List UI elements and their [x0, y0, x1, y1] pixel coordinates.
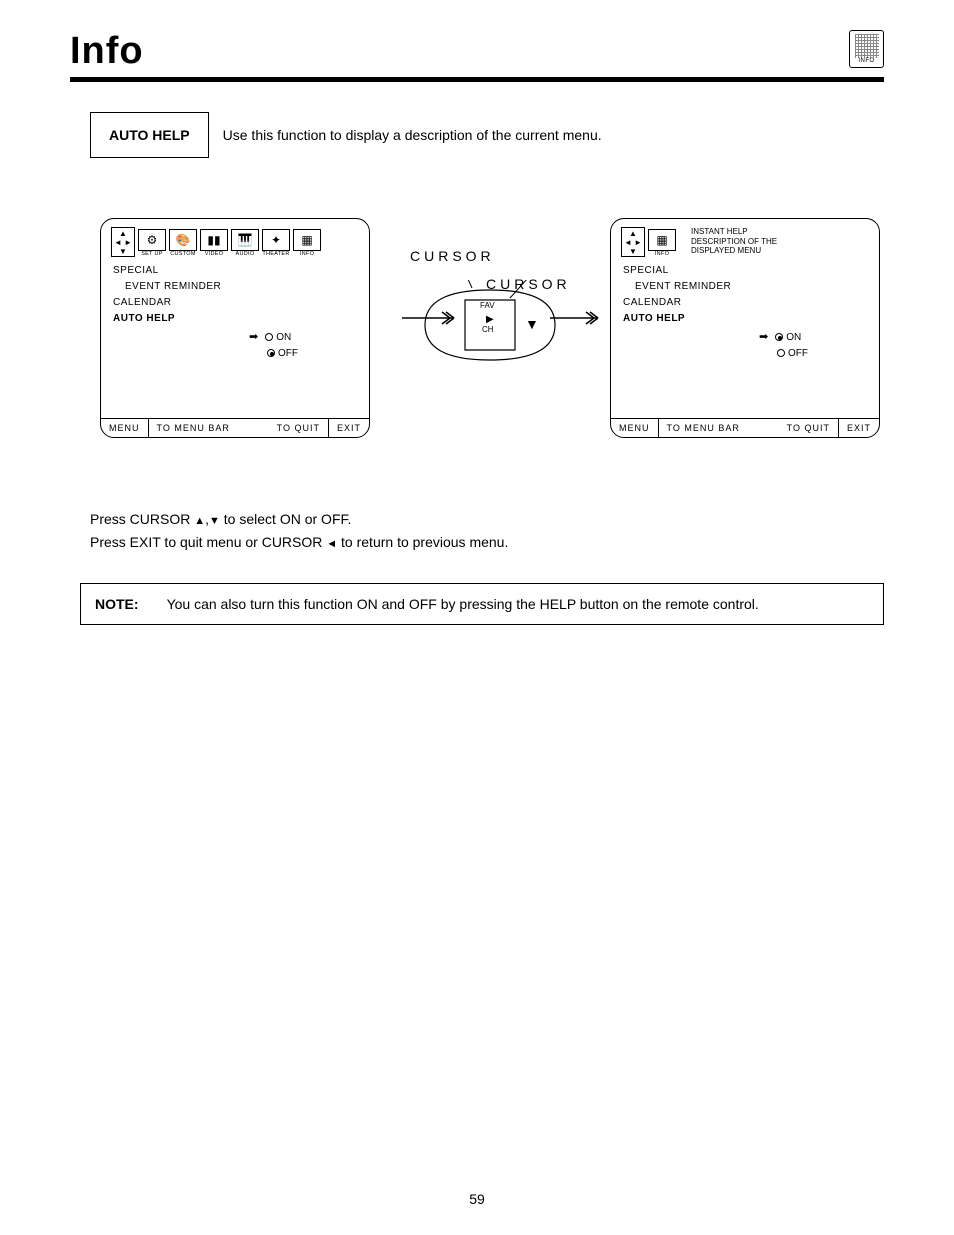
option-off: OFF — [788, 346, 808, 361]
menu-items-right: SPECIAL EVENT REMINDER CALENDAR AUTO HEL… — [623, 263, 869, 327]
theater-icon: ✦ — [262, 229, 290, 251]
radio-on-icon — [775, 333, 783, 341]
item-event-reminder: EVENT REMINDER — [635, 279, 869, 295]
custom-icon: 🎨 — [169, 229, 197, 251]
option-on: ON — [276, 330, 291, 345]
intro-row: AUTO HELP Use this function to display a… — [90, 112, 884, 158]
footer-to-quit: TO QUIT — [779, 419, 839, 437]
cursor-diagram: CURSOR CURSOR FAV ▶ CH ▼ — [380, 218, 600, 370]
radio-on-icon — [265, 333, 273, 341]
item-event-reminder: EVENT REMINDER — [125, 279, 359, 295]
tab-custom: 🎨 CUSTOM — [169, 229, 197, 257]
option-off: OFF — [278, 346, 298, 361]
footer-to-menu-bar: TO MENU BAR — [149, 419, 238, 437]
info-icon: ▦ — [648, 229, 676, 251]
nav-arrows-icon: ▲◄ ►▼ — [111, 227, 135, 257]
auto-help-box: AUTO HELP — [90, 112, 209, 158]
note-text: You can also turn this function ON and O… — [167, 596, 759, 612]
footer-menu: MENU — [611, 419, 659, 437]
instant-help-text: INSTANT HELP DESCRIPTION OF THE DISPLAYE… — [691, 227, 777, 256]
item-special: SPECIAL — [623, 263, 869, 279]
page-header: Info INFO — [70, 30, 884, 82]
menu-topbar: ▲◄ ►▼ ⚙ SET UP 🎨 CUSTOM ▮▮ VIDEO 🎹 AUDIO… — [111, 227, 359, 257]
item-auto-help: AUTO HELP — [113, 311, 359, 327]
item-special: SPECIAL — [113, 263, 359, 279]
play-icon: ▶ — [486, 314, 494, 325]
page-title: Info — [70, 30, 144, 73]
tab-info: ▦ INFO — [293, 229, 321, 257]
radio-off-icon — [267, 349, 275, 357]
note-label: NOTE: — [95, 596, 139, 612]
remote-shape: FAV ▶ CH ▼ — [410, 280, 570, 370]
tab-info-right: ▦ INFO — [648, 229, 676, 257]
footer-menu: MENU — [101, 419, 149, 437]
pointer-arrow-icon: ➡ — [249, 329, 258, 346]
left-triangle-icon: ◄ — [326, 538, 337, 550]
footer-to-quit: TO QUIT — [269, 419, 329, 437]
info-corner-label: INFO — [853, 58, 880, 64]
instructions: Press CURSOR ▲,▼ to select ON or OFF. Pr… — [90, 508, 884, 553]
info-icon: ▦ — [293, 229, 321, 251]
item-calendar: CALENDAR — [623, 295, 869, 311]
up-triangle-icon: ▲ — [194, 515, 205, 527]
menu-items: SPECIAL EVENT REMINDER CALENDAR AUTO HEL… — [113, 263, 359, 327]
tab-audio: 🎹 AUDIO — [231, 229, 259, 257]
instruction-line-1: Press CURSOR ▲,▼ to select ON or OFF. — [90, 508, 884, 531]
item-calendar: CALENDAR — [113, 295, 359, 311]
info-corner-icon: INFO — [849, 30, 884, 68]
setup-icon: ⚙ — [138, 229, 166, 251]
item-auto-help: AUTO HELP — [623, 311, 869, 327]
pointer-arrow-icon: ➡ — [759, 329, 768, 346]
diagram-row: ▲◄ ►▼ ⚙ SET UP 🎨 CUSTOM ▮▮ VIDEO 🎹 AUDIO… — [100, 218, 884, 438]
tab-video: ▮▮ VIDEO — [200, 229, 228, 257]
ch-label: CH — [482, 326, 494, 335]
options: ➡ ON OFF — [249, 329, 298, 361]
footer-exit: EXIT — [839, 419, 879, 437]
grid-icon — [855, 34, 879, 58]
down-triangle-icon: ▼ — [525, 316, 539, 332]
video-icon: ▮▮ — [200, 229, 228, 251]
radio-off-icon — [777, 349, 785, 357]
footer-to-menu-bar: TO MENU BAR — [659, 419, 748, 437]
intro-text: Use this function to display a descripti… — [223, 127, 602, 143]
note-box: NOTE: You can also turn this function ON… — [80, 583, 884, 625]
cursor-label-1: CURSOR — [410, 248, 495, 264]
menu-footer: MENU TO MENU BAR TO QUIT EXIT — [101, 418, 369, 437]
down-triangle-icon: ▼ — [209, 515, 220, 527]
menu-footer-right: MENU TO MENU BAR TO QUIT EXIT — [611, 418, 879, 437]
tab-setup: ⚙ SET UP — [138, 229, 166, 257]
option-on: ON — [786, 330, 801, 345]
options-right: ➡ ON OFF — [759, 329, 808, 361]
instruction-line-2: Press EXIT to quit menu or CURSOR ◄ to r… — [90, 531, 884, 554]
page-number: 59 — [0, 1191, 954, 1207]
nav-arrows-icon: ▲◄ ►▼ — [621, 227, 645, 257]
menu-screen-left: ▲◄ ►▼ ⚙ SET UP 🎨 CUSTOM ▮▮ VIDEO 🎹 AUDIO… — [100, 218, 370, 438]
menu-screen-right: ▲◄ ►▼ ▦ INFO INSTANT HELP DESCRIPTION OF… — [610, 218, 880, 438]
footer-exit: EXIT — [329, 419, 369, 437]
audio-icon: 🎹 — [231, 229, 259, 251]
fav-label: FAV — [480, 302, 495, 311]
tab-theater: ✦ THEATER — [262, 229, 290, 257]
